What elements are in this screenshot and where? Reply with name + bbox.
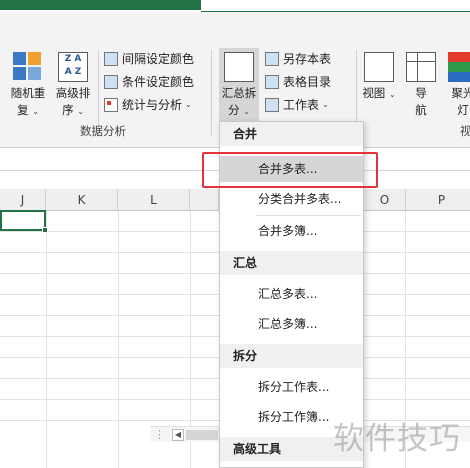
sort-az-icon: Z AA Z — [58, 52, 88, 82]
worksheet-label: 工作表 — [283, 98, 320, 112]
grid-icon — [13, 52, 43, 82]
title-bar-strip — [0, 0, 470, 12]
spotlight-label-1: 聚光 — [451, 86, 470, 100]
merge-books-item[interactable]: 合并多簿... — [220, 218, 363, 244]
navigation-grid-icon — [406, 52, 436, 82]
group-separator — [211, 50, 212, 136]
summary-split-button[interactable]: 汇总拆 分 ⌄ — [219, 48, 259, 124]
active-tab-indicator — [0, 0, 201, 10]
category-merge-item[interactable]: 分类合并多表... — [220, 186, 363, 212]
interval-color-button[interactable]: 间隔设定颜色 — [104, 50, 194, 67]
summary-split-label-1: 汇总拆 — [221, 86, 257, 100]
highlight-annotation — [202, 152, 378, 188]
worksheet-button[interactable]: 工作表 ⌄ — [265, 96, 329, 113]
column-header-p[interactable]: P — [406, 189, 470, 211]
grid-line — [46, 211, 47, 468]
chevron-down-icon: ⌄ — [185, 100, 192, 109]
split-sheet-item[interactable]: 拆分工作表... — [220, 374, 363, 400]
menu-separator — [256, 215, 361, 216]
merge-split-icon — [224, 52, 254, 82]
summary-sheets-item[interactable]: 汇总多表... — [220, 281, 363, 307]
active-cell[interactable] — [0, 210, 48, 233]
navigation-label-2: 航 — [415, 103, 427, 117]
stat-analysis-button[interactable]: 统计与分析 ⌄ — [104, 96, 192, 113]
chevron-down-icon: ⌄ — [32, 107, 39, 116]
condition-color-label: 条件设定颜色 — [122, 75, 195, 89]
column-header-k[interactable]: K — [46, 189, 118, 211]
ribbon-tab-strip — [201, 0, 470, 12]
directory-icon — [265, 74, 279, 89]
interval-color-label: 间隔设定颜色 — [122, 52, 195, 66]
spotlight-icon — [448, 52, 470, 82]
advanced-sort-label-2: 序 — [62, 103, 74, 117]
navigation-label-1: 导 — [415, 86, 427, 100]
column-header-m[interactable] — [190, 189, 219, 211]
sheet-directory-button[interactable]: 表格目录 — [265, 73, 331, 90]
sheet-directory-label: 表格目录 — [283, 75, 332, 89]
column-header-j[interactable]: J — [0, 189, 46, 211]
group-label-view: 视 — [460, 124, 470, 138]
worksheet-icon — [265, 97, 279, 112]
chevron-down-icon: ⌄ — [322, 100, 329, 109]
scroll-left-icon[interactable]: ◀ — [172, 429, 184, 441]
save-as-sheet-label: 另存本表 — [283, 52, 332, 66]
save-sheet-icon — [265, 51, 279, 66]
table-color-icon — [104, 74, 118, 89]
view-label: 视图 — [362, 86, 386, 100]
spotlight-label-2: 灯 — [457, 103, 469, 117]
group-label-data-analysis: 数据分析 — [80, 124, 126, 138]
section-split-header: 拆分 — [220, 344, 363, 368]
chevron-down-icon: ⌄ — [388, 90, 396, 99]
grid-line — [118, 211, 119, 468]
chevron-down-icon: ⌄ — [243, 107, 250, 116]
navigation-button[interactable]: 导 航 — [404, 52, 438, 119]
save-as-sheet-button[interactable]: 另存本表 — [265, 50, 331, 67]
column-header-o[interactable]: O — [364, 189, 406, 211]
watermark-text: 软件技巧 — [333, 421, 461, 457]
magnifier-icon — [364, 52, 394, 82]
table-color-icon — [104, 51, 118, 66]
random-repeat-button[interactable]: 随机重 复 ⌄ — [8, 52, 48, 120]
random-repeat-label-1: 随机重 — [10, 86, 46, 100]
summary-books-item[interactable]: 汇总多簿... — [220, 311, 363, 337]
spotlight-button[interactable]: 聚光 灯 — [446, 52, 470, 119]
chevron-down-icon: ⌄ — [77, 107, 84, 116]
drag-handle-icon[interactable]: ⋮ — [154, 428, 165, 441]
stat-icon — [104, 97, 118, 112]
random-repeat-label-2: 复 — [17, 103, 29, 117]
column-header-l[interactable]: L — [118, 189, 190, 211]
summary-split-label-2: 分 — [228, 103, 240, 117]
stat-analysis-label: 统计与分析 — [122, 98, 183, 112]
condition-color-button[interactable]: 条件设定颜色 — [104, 73, 194, 90]
section-merge-header: 合并 — [220, 122, 363, 146]
view-button[interactable]: 视图 ⌄ — [362, 52, 396, 103]
scrollbar-thumb[interactable] — [186, 430, 218, 440]
section-summary-header: 汇总 — [220, 251, 363, 275]
advanced-sort-button[interactable]: Z AA Z 高级排 序 ⌄ — [52, 52, 94, 120]
advanced-sort-label-1: 高级排 — [55, 86, 91, 100]
fill-handle[interactable] — [42, 227, 48, 233]
